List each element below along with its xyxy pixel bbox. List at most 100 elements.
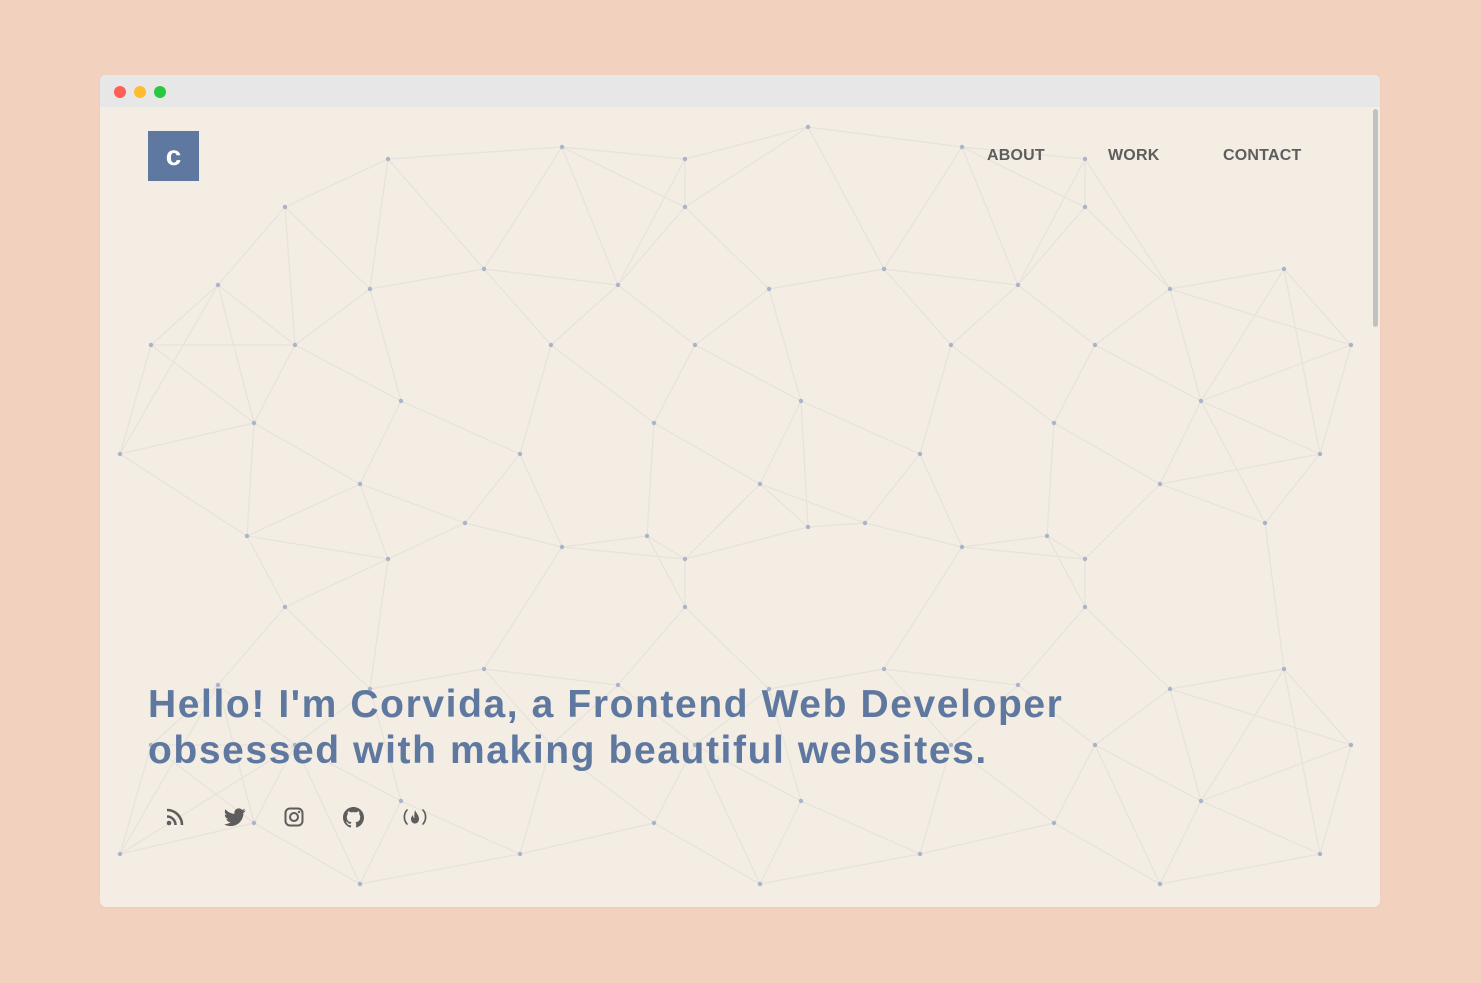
network-node xyxy=(1167,286,1173,292)
network-node xyxy=(1082,156,1088,162)
rss-link[interactable] xyxy=(161,804,189,830)
network-line xyxy=(483,268,552,346)
network-line xyxy=(150,284,219,346)
network-line xyxy=(1017,206,1086,286)
network-line xyxy=(119,284,219,455)
network-line xyxy=(519,344,552,455)
maximize-window-button[interactable] xyxy=(154,86,166,98)
network-line xyxy=(768,288,802,402)
network-line xyxy=(807,126,963,148)
network-line xyxy=(919,344,952,455)
network-node xyxy=(959,144,965,150)
network-line xyxy=(883,146,963,270)
network-node xyxy=(282,204,288,210)
network-line xyxy=(1283,668,1352,746)
github-link[interactable] xyxy=(339,804,367,830)
network-line xyxy=(919,453,963,548)
network-line xyxy=(246,483,361,537)
network-node xyxy=(251,420,257,426)
network-node xyxy=(757,881,763,887)
network-node xyxy=(481,266,487,272)
network-line xyxy=(119,422,255,455)
network-node xyxy=(1157,881,1163,887)
network-line xyxy=(1264,453,1321,524)
hero-headline: Hello! I'm Corvida, a Frontend Web Devel… xyxy=(148,682,1248,774)
network-node xyxy=(398,798,404,804)
network-line xyxy=(684,483,761,560)
network-node xyxy=(1082,204,1088,210)
nav-work-link[interactable]: WORK xyxy=(1108,147,1159,165)
network-line xyxy=(1283,268,1352,346)
network-line xyxy=(1053,422,1161,485)
github-icon xyxy=(342,806,364,827)
nav-about-link[interactable]: ABOUT xyxy=(987,147,1045,165)
network-node xyxy=(881,266,887,272)
network-node xyxy=(1348,742,1354,748)
instagram-link[interactable] xyxy=(280,804,308,830)
network-line xyxy=(1084,483,1161,560)
network-node xyxy=(1198,798,1204,804)
network-line xyxy=(359,483,466,524)
network-node xyxy=(798,398,804,404)
network-node xyxy=(559,144,565,150)
network-node xyxy=(1281,266,1287,272)
network-line xyxy=(1169,288,1352,346)
network-line xyxy=(284,606,371,690)
network-node xyxy=(1092,342,1098,348)
network-node xyxy=(1317,451,1323,457)
freecodecamp-link[interactable] xyxy=(400,804,430,830)
network-line xyxy=(1053,822,1161,885)
network-line xyxy=(800,400,921,455)
nav-contact-link[interactable]: CONTACT xyxy=(1223,147,1301,165)
network-node xyxy=(462,520,468,526)
network-line xyxy=(800,800,921,855)
network-line xyxy=(1017,158,1086,286)
network-line xyxy=(561,146,619,286)
network-background xyxy=(117,124,1354,887)
network-line xyxy=(694,288,770,346)
network-node xyxy=(481,666,487,672)
network-line xyxy=(1200,400,1266,524)
network-line xyxy=(617,606,686,686)
network-line xyxy=(359,483,389,560)
network-line xyxy=(1046,535,1086,608)
network-line xyxy=(1283,668,1321,855)
network-node xyxy=(1262,520,1268,526)
network-line xyxy=(864,453,921,524)
window-titlebar xyxy=(100,75,1380,107)
network-line xyxy=(359,853,521,885)
network-node xyxy=(357,881,363,887)
network-line xyxy=(1200,400,1321,455)
network-line xyxy=(768,268,885,290)
page-viewport: c ABOUT WORK CONTACT Hello! I'm Corvida,… xyxy=(100,107,1380,907)
network-node xyxy=(1198,398,1204,404)
minimize-window-button[interactable] xyxy=(134,86,146,98)
page-scrollbar[interactable] xyxy=(1373,109,1378,327)
network-line xyxy=(550,284,619,346)
twitter-link[interactable] xyxy=(221,804,249,830)
network-line xyxy=(961,546,1086,560)
social-links xyxy=(100,804,500,834)
network-line xyxy=(1017,284,1096,346)
network-line xyxy=(387,146,563,160)
network-line xyxy=(961,146,1019,286)
network-line xyxy=(1169,288,1202,402)
close-window-button[interactable] xyxy=(114,86,126,98)
network-node xyxy=(1281,666,1287,672)
network-line xyxy=(653,344,696,424)
network-line xyxy=(119,453,248,537)
network-node xyxy=(548,342,554,348)
network-line xyxy=(684,206,770,290)
network-line xyxy=(483,546,563,670)
network-line xyxy=(119,344,152,455)
network-line xyxy=(246,535,286,608)
network-line xyxy=(653,822,761,885)
network-node xyxy=(682,156,688,162)
network-line xyxy=(950,344,1055,424)
network-line xyxy=(284,206,371,290)
site-logo[interactable]: c xyxy=(148,131,199,181)
network-node xyxy=(244,533,250,539)
network-node xyxy=(615,282,621,288)
network-node xyxy=(692,342,698,348)
network-node xyxy=(117,451,123,457)
